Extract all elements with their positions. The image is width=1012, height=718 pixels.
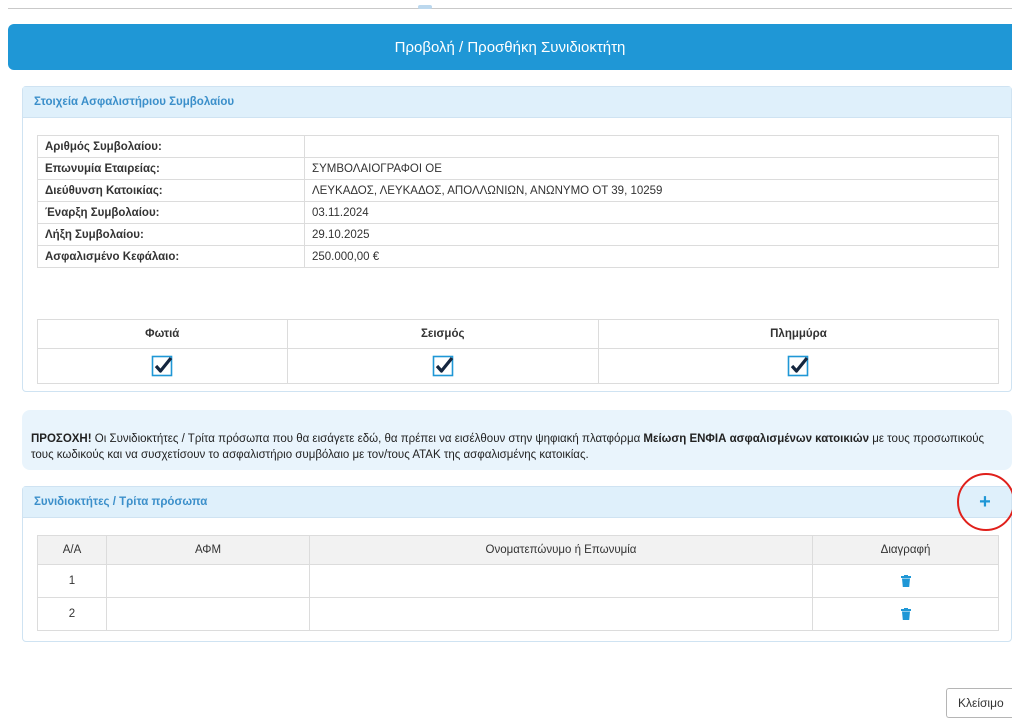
coverage-fire-header: Φωτιά <box>37 319 288 349</box>
table-row: 2 <box>37 597 999 631</box>
row-delete-cell <box>812 564 999 598</box>
table-row: Αριθμός Συμβολαίου: <box>37 135 999 158</box>
coverage-table: Φωτιά Σεισμός Πλημμύρα <box>37 319 1000 384</box>
coowners-panel-title: Συνιδιοκτήτες / Τρίτα πρόσωπα <box>34 496 208 508</box>
policy-panel: Στοιχεία Ασφαλιστήριου Συμβολαίου Αριθμό… <box>22 86 1012 392</box>
coverage-earthquake-header: Σεισμός <box>286 319 599 349</box>
start-date-value: 03.11.2024 <box>304 201 999 224</box>
policy-number-value <box>304 135 999 158</box>
column-header-name: Ονοματεπώνυμο ή Επωνυμία <box>309 535 813 565</box>
coowners-header-row: Α/Α ΑΦΜ Ονοματεπώνυμο ή Επωνυμία Διαγραφ… <box>37 535 999 565</box>
address-label: Διεύθυνση Κατοικίας: <box>37 179 305 202</box>
notice-bold-text: Μείωση ΕΝΦΙΑ ασφαλισμένων κατοικιών <box>643 433 870 445</box>
highlight-circle-annotation <box>957 473 1012 531</box>
close-button[interactable]: Κλείσιμο <box>946 688 1012 718</box>
coowners-table: Α/Α ΑΦΜ Ονοματεπώνυμο ή Επωνυμία Διαγραφ… <box>37 535 999 631</box>
row-aa-cell: 1 <box>37 564 107 598</box>
column-header-afm: ΑΦΜ <box>106 535 310 565</box>
coverage-header-row: Φωτιά Σεισμός Πλημμύρα <box>37 319 1000 349</box>
insured-capital-label: Ασφαλισμένο Κεφάλαιο: <box>37 245 305 268</box>
table-row: Ασφαλισμένο Κεφάλαιο: 250.000,00 € <box>37 245 999 268</box>
notice-prefix: ΠΡΟΣΟΧΗ! <box>31 433 92 445</box>
row-delete-cell <box>812 597 999 631</box>
column-header-delete: Διαγραφή <box>812 535 999 565</box>
top-divider <box>8 5 1012 9</box>
earthquake-checkbox-checked-icon <box>432 355 454 377</box>
policy-panel-title: Στοιχεία Ασφαλιστήριου Συμβολαίου <box>34 96 235 108</box>
row-name-cell <box>309 597 813 631</box>
trash-icon[interactable] <box>900 607 911 620</box>
row-aa-cell: 2 <box>37 597 107 631</box>
policy-info-table: Αριθμός Συμβολαίου: Επωνυμία Εταιρείας: Σ… <box>37 135 999 268</box>
end-date-label: Λήξη Συμβολαίου: <box>37 223 305 246</box>
table-row: 1 <box>37 564 999 598</box>
flood-checkbox-checked-icon <box>788 355 809 377</box>
policy-panel-heading: Στοιχεία Ασφαλιστήριου Συμβολαίου <box>23 87 1011 118</box>
table-row: Επωνυμία Εταιρείας: ΣΥΜΒΟΛΑΙΟΓΡΑΦΟΙ ΟΕ <box>37 157 999 180</box>
coverage-fire-cell <box>37 348 288 384</box>
trash-icon[interactable] <box>900 574 911 587</box>
dialog-title: Προβολή / Προσθήκη Συνιδιοκτήτη <box>8 24 1012 70</box>
company-name-value: ΣΥΜΒΟΛΑΙΟΓΡΑΦΟΙ ΟΕ <box>304 157 999 180</box>
coowners-panel: Συνιδιοκτήτες / Τρίτα πρόσωπα + Α/Α ΑΦΜ … <box>22 486 1012 642</box>
dialog-title-text: Προβολή / Προσθήκη Συνιδιοκτήτη <box>394 38 626 56</box>
fire-checkbox-checked-icon <box>151 355 173 377</box>
coverage-checkbox-row <box>37 348 1000 384</box>
row-name-cell <box>309 564 813 598</box>
company-name-label: Επωνυμία Εταιρείας: <box>37 157 305 180</box>
policy-number-label: Αριθμός Συμβολαίου: <box>37 135 305 158</box>
coverage-earthquake-cell <box>286 348 599 384</box>
coowners-panel-heading: Συνιδιοκτήτες / Τρίτα πρόσωπα + <box>23 487 1011 518</box>
table-row: Λήξη Συμβολαίου: 29.10.2025 <box>37 223 999 246</box>
address-value: ΛΕΥΚΑΔΟΣ, ΛΕΥΚΑΔΟΣ, ΑΠΟΛΛΩΝΙΩΝ, ΑΝΩΝΥΜΟ … <box>304 179 999 202</box>
row-afm-cell <box>106 597 310 631</box>
column-header-aa: Α/Α <box>37 535 107 565</box>
insured-capital-value: 250.000,00 € <box>304 245 999 268</box>
end-date-value: 29.10.2025 <box>304 223 999 246</box>
loading-indicator <box>418 5 432 9</box>
table-row: Διεύθυνση Κατοικίας: ΛΕΥΚΑΔΟΣ, ΛΕΥΚΑΔΟΣ, … <box>37 179 999 202</box>
row-afm-cell <box>106 564 310 598</box>
table-row: Έναρξη Συμβολαίου: 03.11.2024 <box>37 201 999 224</box>
start-date-label: Έναρξη Συμβολαίου: <box>37 201 305 224</box>
coverage-flood-cell <box>597 348 1000 384</box>
coverage-flood-header: Πλημμύρα <box>597 319 1000 349</box>
notice-text-1: Οι Συνιδιοκτήτες / Τρίτα πρόσωπα που θα … <box>91 433 644 445</box>
warning-notice: ΠΡΟΣΟΧΗ! Οι Συνιδιοκτήτες / Τρίτα πρόσωπ… <box>22 410 1012 470</box>
